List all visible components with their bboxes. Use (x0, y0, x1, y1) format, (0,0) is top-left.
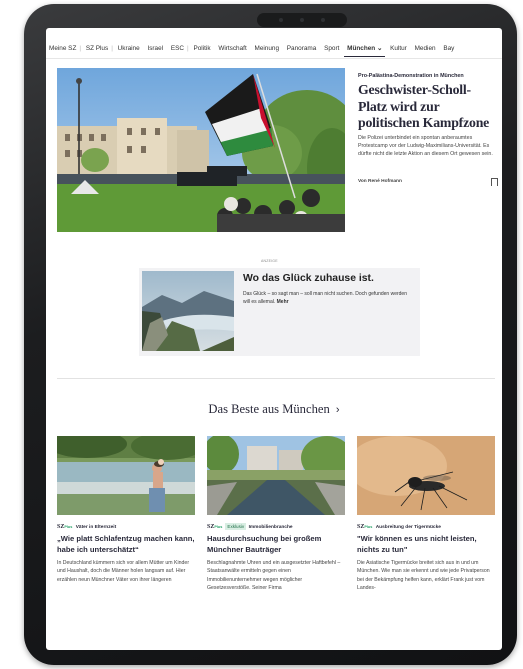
card-headline[interactable]: „Wie platt Schlafentzug machen kann, hab… (57, 534, 195, 555)
chevron-down-icon: ⌄ (376, 45, 383, 52)
card-photo-canal-buildings (207, 436, 345, 515)
card-meta: SZPlus Exklusiv Immobilienbranche (207, 523, 345, 532)
nav-item-kultur[interactable]: Kultur (387, 42, 410, 56)
nav-item-wirtschaft[interactable]: Wirtschaft (215, 42, 249, 56)
sensor-dot (279, 18, 283, 22)
chevron-right-icon: › (335, 404, 340, 416)
card-headline[interactable]: "Wir können es uns nicht leisten, nichts… (357, 534, 495, 555)
nav-item-muenchen-label: München (347, 45, 376, 52)
nav-item-ukraine[interactable]: Ukraine (115, 42, 143, 56)
card-kicker: Immobilienbranche (248, 525, 293, 530)
card-photo-tiger-mosquito (357, 436, 495, 515)
ad-title[interactable]: Wo das Glück zuhause ist. (243, 273, 374, 284)
camera-strip (257, 13, 347, 27)
hero-photo-demonstration (57, 68, 345, 232)
ad-image[interactable] (142, 271, 234, 351)
nav-item-esc[interactable]: ESC (168, 42, 187, 56)
card-meta: SZPlus Ausbreitung der Tigermücke (357, 523, 495, 532)
card-image[interactable] (57, 436, 195, 515)
card-kicker: Väter in Elternzeit (75, 525, 117, 530)
exklusiv-badge: Exklusiv (225, 523, 247, 530)
card-image[interactable] (357, 436, 495, 515)
hero-author: Von René Hofmann (358, 179, 402, 184)
camera-lens (300, 18, 304, 22)
card-kicker: Ausbreitung der Tigermücke (375, 525, 441, 530)
hero-headline[interactable]: Geschwister-Scholl-Platz wird zur politi… (358, 82, 498, 132)
ad-label: ANZEIGE (261, 259, 278, 263)
nav-item-meinung[interactable]: Meinung (252, 42, 283, 56)
article-card[interactable]: SZPlus Exklusiv Immobilienbranche Hausdur… (207, 436, 345, 593)
ad-banner[interactable]: Wo das Glück zuhause ist. Das Glück – so… (139, 268, 420, 356)
bookmark-icon[interactable] (491, 178, 498, 186)
ad-body: Das Glück – so sagt man – soll man nicht… (243, 291, 407, 306)
hero-kicker: Pro-Palästina-Demonstration in München (358, 73, 464, 79)
section-title: Das Beste aus München (208, 402, 330, 416)
nav-item-medien[interactable]: Medien (412, 42, 439, 56)
card-image[interactable] (207, 436, 345, 515)
nav-item-muenchen[interactable]: München ⌄ (344, 42, 386, 57)
sensor-dot (321, 18, 325, 22)
sz-plus-badge: Plus (214, 525, 223, 529)
sz-plus-badge: Plus (64, 525, 73, 529)
nav-separator: | (111, 45, 113, 52)
ad-text: Das Glück – so sagt man – soll man nicht… (243, 290, 415, 306)
section-heading[interactable]: Das Beste aus München › (46, 402, 502, 417)
nav-item-israel[interactable]: Israel (144, 42, 166, 56)
ad-photo-mountain-lake (142, 271, 234, 351)
browser-viewport[interactable]: Meine SZ | SZ Plus | Ukraine Israel ESC | P… (46, 28, 502, 650)
nav-separator: | (79, 45, 82, 52)
nav-item-sport[interactable]: Sport (321, 42, 342, 56)
ad-more-link[interactable]: Mehr (277, 299, 289, 305)
hero-image[interactable] (57, 68, 345, 232)
nav-item-bayern[interactable]: Bay (440, 42, 457, 56)
top-navigation: Meine SZ | SZ Plus | Ukraine Israel ESC | P… (46, 42, 502, 59)
section-divider (57, 378, 495, 379)
sz-plus-badge: Plus (364, 525, 373, 529)
nav-item-politik[interactable]: Politik (190, 42, 213, 56)
article-card[interactable]: SZPlus Ausbreitung der Tigermücke "Wir k… (357, 436, 495, 593)
card-teaser: In Deutschland kümmern sich vor allem Mü… (57, 560, 190, 583)
card-meta: SZPlus Väter in Elternzeit (57, 523, 195, 532)
hero-teaser: Die Polizei unterbindet ein spontan anbe… (358, 135, 493, 157)
nav-item-sz-plus[interactable]: SZ Plus (83, 42, 111, 56)
nav-item-panorama[interactable]: Panorama (284, 42, 320, 56)
card-photo-father-children (57, 436, 195, 515)
card-teaser: Die Asiatische Tigermücke breitet sich a… (357, 560, 490, 592)
nav-separator: | (187, 45, 189, 52)
article-card[interactable]: SZPlus Väter in Elternzeit „Wie platt Sc… (57, 436, 195, 593)
nav-item-meine-sz[interactable]: Meine SZ (46, 42, 79, 56)
card-teaser: Beschlagnahmte Uhren und ein ausgesetzte… (207, 560, 341, 592)
card-headline[interactable]: Hausdurchsuchung bei großem Münchner Bau… (207, 534, 345, 555)
